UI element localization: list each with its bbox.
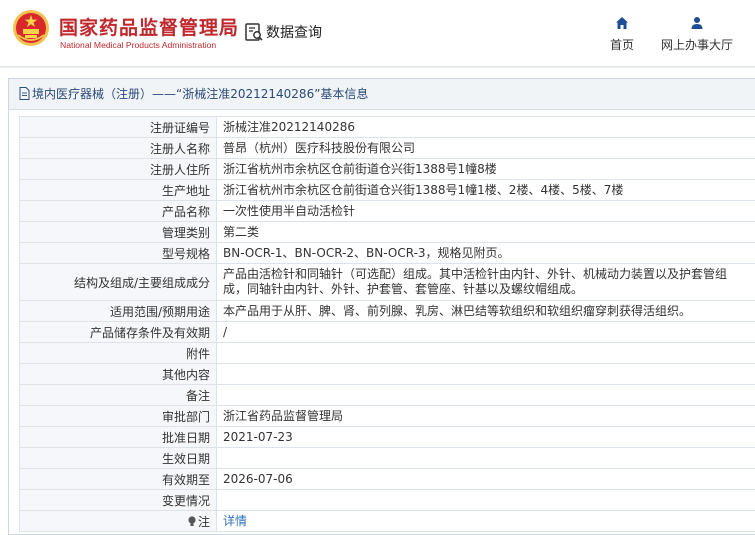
field-label: 产品名称 xyxy=(19,200,217,222)
site-title-cn[interactable]: 国家药品监督管理局 xyxy=(59,13,239,40)
lightbulb-icon xyxy=(188,515,196,526)
note-label: 注 xyxy=(197,514,210,529)
table-row: 审批部门 浙江省药品监督管理局 xyxy=(19,405,755,427)
field-label: 批准日期 xyxy=(19,426,217,448)
field-label: 有效期至 xyxy=(19,468,217,490)
user-icon xyxy=(691,17,703,29)
field-label: 附件 xyxy=(19,342,217,364)
document-icon xyxy=(19,87,30,100)
table-row-note: 注详情 xyxy=(19,510,755,532)
table-row: 附件 xyxy=(19,342,755,364)
table-row: 生产地址 浙江省杭州市余杭区仓前街道仓兴街1388号1幢1楼、2楼、4楼、5楼、7… xyxy=(19,179,755,201)
table-row: 注册人住所 浙江省杭州市余杭区仓前街道仓兴街1388号1幢8楼 xyxy=(19,158,755,180)
field-label: 其他内容 xyxy=(19,363,217,385)
field-value: 2026-07-06 xyxy=(216,468,755,490)
field-value xyxy=(216,342,755,364)
field-value xyxy=(216,363,755,385)
nav-online-hall-label: 网上办事大厅 xyxy=(660,38,733,52)
field-value: / xyxy=(216,321,755,343)
field-label: 适用范围/预期用途 xyxy=(19,300,217,322)
field-value: BN-OCR-1、BN-OCR-2、BN-OCR-3，规格见附页。 xyxy=(216,242,755,264)
panel-title: 境内医疗器械（注册）——“浙械注准20212140286”基本信息 xyxy=(32,87,369,101)
site-header: 国家药品监督管理局 National Medical Products Admi… xyxy=(0,0,755,66)
field-value: 浙江省杭州市余杭区仓前街道仓兴街1388号1幢1楼、2楼、4楼、5楼、7楼 xyxy=(216,179,755,201)
table-row: 变更情况 xyxy=(19,489,755,511)
table-row: 批准日期 2021-07-23 xyxy=(19,426,755,448)
table-row: 产品储存条件及有效期 / xyxy=(19,321,755,343)
field-value xyxy=(216,384,755,406)
site-title-en[interactable]: National Medical Products Administration xyxy=(60,40,216,50)
table-row: 注册人名称 普昂（杭州）医疗科技股份有限公司 xyxy=(19,137,755,159)
field-value: 产品由活检针和同轴针（可选配）组成。其中活检针由内针、外针、机械动力装置以及护套… xyxy=(216,263,755,301)
field-value: 普昂（杭州）医疗科技股份有限公司 xyxy=(216,137,755,159)
field-label: 产品储存条件及有效期 xyxy=(19,321,217,343)
field-label: 注册证编号 xyxy=(19,116,217,138)
note-value-cell: 详情 xyxy=(216,510,755,532)
field-label: 生效日期 xyxy=(19,447,217,469)
field-value: 一次性使用半自动活检针 xyxy=(216,200,755,222)
field-value: 第二类 xyxy=(216,221,755,243)
field-value xyxy=(216,489,755,511)
field-label: 型号规格 xyxy=(19,242,217,264)
data-query-label[interactable]: 数据查询 xyxy=(266,22,322,42)
data-query-icon[interactable] xyxy=(244,22,264,42)
table-row: 型号规格 BN-OCR-1、BN-OCR-2、BN-OCR-3，规格见附页。 xyxy=(19,242,755,264)
table-row: 结构及组成/主要组成成分 产品由活检针和同轴针（可选配）组成。其中活检针由内针、外… xyxy=(19,263,755,301)
detail-panel: 境内医疗器械（注册）——“浙械注准20212140286”基本信息 注册证编号浙… xyxy=(8,78,755,535)
details-link[interactable]: 详情 xyxy=(223,514,247,528)
field-label: 注册人名称 xyxy=(19,137,217,159)
panel-title-bar: 境内医疗器械（注册）——“浙械注准20212140286”基本信息 xyxy=(9,79,755,110)
table-row: 其他内容 xyxy=(19,363,755,385)
national-emblem-icon xyxy=(13,10,49,46)
field-label: 结构及组成/主要组成成分 xyxy=(19,263,217,301)
table-row: 产品名称 一次性使用半自动活检针 xyxy=(19,200,755,222)
field-label: 变更情况 xyxy=(19,489,217,511)
table-row: 管理类别 第二类 xyxy=(19,221,755,243)
field-value: 本产品用于从肝、脾、肾、前列腺、乳房、淋巴结等软组织和软组织瘤穿刺获得活组织。 xyxy=(216,300,755,322)
table-row: 适用范围/预期用途 本产品用于从肝、脾、肾、前列腺、乳房、淋巴结等软组织和软组织瘤… xyxy=(19,300,755,322)
table-row: 备注 xyxy=(19,384,755,406)
field-value: 浙械注准20212140286 xyxy=(216,116,755,138)
field-value: 2021-07-23 xyxy=(216,426,755,448)
nav-home-label: 首页 xyxy=(609,38,634,52)
nav-home[interactable]: 首页 xyxy=(606,16,638,53)
info-table: 注册证编号 浙械注准20212140286 注册人名称 普昂（杭州）医疗科技股份有限公… xyxy=(19,116,755,532)
field-label: 备注 xyxy=(19,384,217,406)
field-label: 管理类别 xyxy=(19,221,217,243)
field-label: 审批部门 xyxy=(19,405,217,427)
table-row: 生效日期 xyxy=(19,447,755,469)
field-label: 生产地址 xyxy=(19,179,217,201)
home-icon xyxy=(616,17,628,29)
nav-online-hall[interactable]: 网上办事大厅 xyxy=(658,16,736,53)
header-divider xyxy=(0,66,755,68)
table-row: 有效期至 2026-07-06 xyxy=(19,468,755,490)
field-value: 浙江省杭州市余杭区仓前街道仓兴街1388号1幢8楼 xyxy=(216,158,755,180)
table-row: 注册证编号 浙械注准20212140286 xyxy=(19,116,755,138)
field-label: 注册人住所 xyxy=(19,158,217,180)
note-label-cell: 注 xyxy=(19,510,217,532)
field-value: 浙江省药品监督管理局 xyxy=(216,405,755,427)
field-value xyxy=(216,447,755,469)
